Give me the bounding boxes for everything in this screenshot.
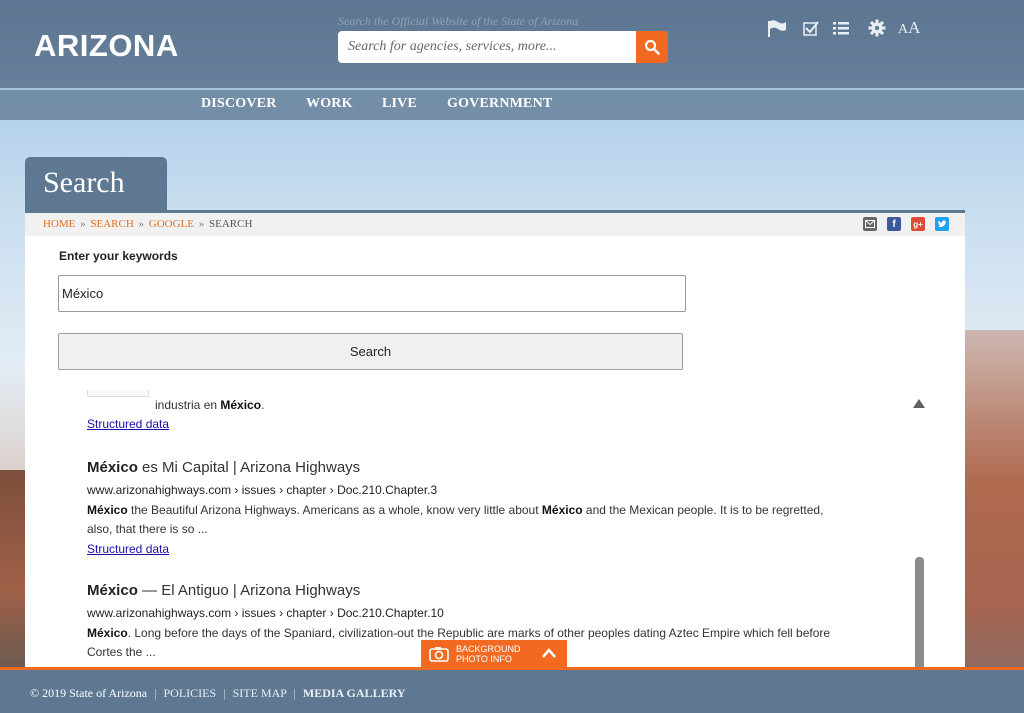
breadcrumb-home[interactable]: HOME: [43, 218, 75, 230]
result-title-link[interactable]: México — El Antiguo | Arizona Highways: [87, 582, 360, 599]
breadcrumb-separator: »: [138, 218, 145, 230]
email-icon: [865, 220, 875, 228]
camera-icon: [429, 647, 449, 662]
email-share-button[interactable]: [863, 217, 877, 231]
breadcrumb: HOME » SEARCH » GOOGLE » SEARCH f g+: [25, 213, 965, 236]
checklist-tool[interactable]: [798, 19, 824, 37]
results-scrollbar[interactable]: [913, 393, 927, 673]
background-rock-right: [964, 330, 1024, 670]
nav-live[interactable]: LIVE: [382, 96, 417, 112]
keywords-value: México: [62, 286, 104, 301]
site-footer: © 2019 State of Arizona | POLICIES | SIT…: [0, 670, 1024, 713]
result-url: www.arizonahighways.com › issues › chapt…: [87, 483, 438, 497]
result-thumbnail: [87, 390, 149, 397]
scroll-up-arrow-icon[interactable]: [913, 399, 925, 408]
facebook-icon: f: [892, 218, 896, 230]
breadcrumb-google[interactable]: GOOGLE: [149, 218, 194, 230]
partial-result-snippet: industria en México.: [155, 398, 265, 412]
footer-media-gallery-link[interactable]: MEDIA GALLERY: [303, 686, 406, 700]
google-plus-icon: g+: [913, 219, 923, 229]
arizona-logo[interactable]: ARIZONA: [34, 28, 179, 64]
footer-site-map-link[interactable]: SITE MAP: [233, 686, 287, 700]
breadcrumb-current: SEARCH: [209, 218, 253, 230]
search-results[interactable]: industria en México. Structured data Méx…: [57, 390, 930, 673]
breadcrumb-separator: »: [80, 218, 86, 230]
footer-policies-link[interactable]: POLICIES: [164, 686, 217, 700]
main-nav: DISCOVER WORK LIVE GOVERNMENT: [0, 90, 1024, 120]
list-tool[interactable]: [828, 20, 854, 36]
breadcrumb-separator: »: [198, 218, 205, 230]
nav-government[interactable]: GOVERNMENT: [447, 96, 552, 112]
text-size-toggle[interactable]: AA: [898, 18, 920, 38]
search-hint: Search the Official Website of the State…: [338, 14, 579, 28]
nav-work[interactable]: WORK: [306, 96, 353, 112]
checkbox-icon: [803, 21, 819, 36]
site-search-button[interactable]: [636, 31, 668, 63]
google-plus-share-button[interactable]: g+: [911, 217, 925, 231]
background-photo-info-button[interactable]: BACKGROUND PHOTO INFO: [421, 640, 567, 668]
search-button[interactable]: Search: [58, 333, 683, 370]
facebook-share-button[interactable]: f: [887, 217, 901, 231]
gear-icon: [868, 19, 886, 37]
footer-copyright: © 2019 State of Arizona: [30, 686, 148, 700]
search-icon: [644, 39, 660, 55]
flag-icon: [768, 20, 786, 37]
header-tools: AA: [764, 17, 920, 39]
text-size-small: A: [898, 22, 909, 37]
footer-separator: |: [154, 686, 157, 700]
settings-tool[interactable]: [864, 19, 890, 37]
structured-data-link[interactable]: Structured data: [87, 542, 169, 556]
page-title: Search: [43, 166, 125, 199]
structured-data-link[interactable]: Structured data: [87, 417, 169, 431]
share-bar: f g+: [853, 217, 949, 231]
footer-separator: |: [293, 686, 296, 700]
page-title-tab: Search: [25, 157, 167, 211]
footer-separator: |: [223, 686, 226, 700]
twitter-icon: [938, 219, 947, 227]
flag-tool[interactable]: [764, 18, 790, 38]
breadcrumb-search[interactable]: SEARCH: [90, 218, 133, 230]
twitter-share-button[interactable]: [935, 217, 949, 231]
keywords-input[interactable]: México: [58, 275, 686, 312]
site-header: ARIZONA Search the Official Website of t…: [0, 0, 1024, 89]
search-card: HOME » SEARCH » GOOGLE » SEARCH f g+ Ent…: [25, 210, 965, 673]
result-title-link[interactable]: México es Mi Capital | Arizona Highways: [87, 459, 360, 476]
result-snippet: México the Beautiful Arizona Highways. A…: [87, 503, 824, 536]
list-icon: [833, 22, 849, 35]
text-size-large: A: [908, 18, 921, 37]
chevron-up-icon: [542, 648, 556, 658]
site-search-input[interactable]: Search for agencies, services, more...: [338, 31, 638, 63]
keywords-label: Enter your keywords: [59, 249, 178, 263]
photo-info-label: BACKGROUND PHOTO INFO: [456, 644, 521, 664]
nav-discover[interactable]: DISCOVER: [201, 96, 277, 112]
scrollbar-thumb[interactable]: [915, 557, 924, 673]
result-url: www.arizonahighways.com › issues › chapt…: [87, 606, 444, 620]
